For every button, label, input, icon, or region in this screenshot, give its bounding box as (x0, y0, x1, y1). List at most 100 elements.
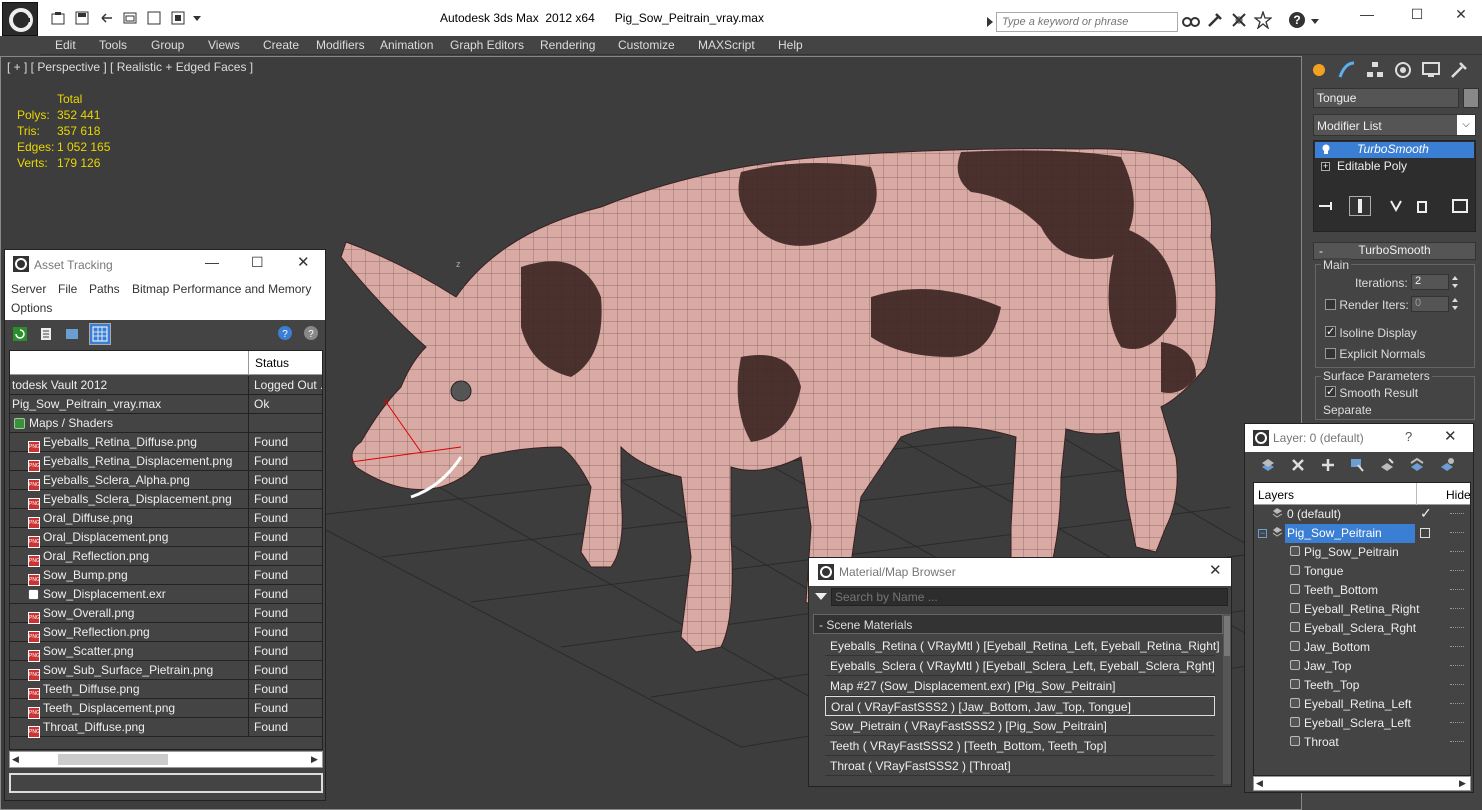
asset-row[interactable]: PNG Eyeballs_Sclera_Displacement.png Found (10, 490, 322, 510)
menu-animation[interactable]: Animation (380, 38, 433, 52)
hold-icon[interactable] (146, 10, 164, 26)
remove-modifier-icon[interactable] (1413, 198, 1431, 214)
asset-menu-bitmap[interactable]: Bitmap Performance and Memory (132, 282, 311, 296)
menu-maxscript[interactable]: MAXScript (698, 38, 755, 52)
menu-rendering[interactable]: Rendering (540, 38, 595, 52)
close-button[interactable]: ✕ (1438, 6, 1482, 28)
expand-arrow-icon[interactable] (986, 15, 994, 29)
asset-menu-options[interactable]: Options (11, 301, 52, 315)
smooth-result-checkbox[interactable] (1325, 386, 1336, 397)
object-name-field[interactable]: Tongue (1313, 88, 1459, 108)
active-layer-check-icon[interactable]: ✓ (1420, 505, 1432, 522)
make-unique-icon[interactable] (1387, 198, 1405, 214)
show-end-result-icon[interactable] (1349, 196, 1371, 216)
select-objects-icon[interactable] (1349, 457, 1365, 473)
asset-row[interactable]: PNG Oral_Diffuse.png Found (10, 509, 322, 529)
hide-toggle[interactable] (1450, 722, 1464, 724)
favorites-star-icon[interactable] (1253, 9, 1274, 31)
asset-row[interactable]: PNG Sow_Bump.png Found (10, 566, 322, 586)
display-tab-icon[interactable] (1421, 60, 1445, 82)
add-to-layer-icon[interactable] (1320, 457, 1336, 473)
render-iters-spinner[interactable]: 0 (1411, 296, 1449, 312)
spinner-arrows-icon[interactable] (1451, 296, 1459, 312)
set-current-layer-box[interactable] (1420, 528, 1430, 538)
binoculars-icon[interactable] (1182, 11, 1202, 31)
hide-toggle[interactable] (1450, 532, 1464, 534)
list-view-icon[interactable] (39, 327, 53, 341)
asset-row[interactable]: PNG Teeth_Displacement.png Found (10, 699, 322, 719)
layer-horizontal-scrollbar[interactable]: ◀ ▶ (1253, 776, 1471, 791)
isoline-display-checkbox[interactable] (1325, 326, 1336, 337)
hide-toggle[interactable] (1450, 551, 1464, 553)
layer-object-row[interactable]: Pig_Sow_Peitrain (1254, 543, 1470, 562)
material-item[interactable]: Oral ( VRayFastSSS2 ) [Jaw_Bottom, Jaw_T… (825, 696, 1215, 716)
hide-toggle[interactable] (1450, 570, 1464, 572)
close-button[interactable]: ✕ (1444, 427, 1457, 445)
scroll-left-icon[interactable]: ◀ (12, 754, 19, 765)
material-item[interactable]: Eyeballs_Sclera ( VRayMtl ) [Eyeball_Scl… (825, 656, 1215, 676)
create-tab-icon[interactable] (1309, 60, 1333, 82)
delete-layer-icon[interactable] (1290, 457, 1306, 473)
status-column-header[interactable]: Status (248, 351, 322, 375)
menu-customize[interactable]: Customize (618, 38, 675, 52)
material-item[interactable]: Throat ( VRayFastSSS2 ) [Throat] (825, 756, 1215, 776)
asset-row[interactable]: Sow_Displacement.exr Found (10, 585, 322, 604)
menu-help[interactable]: Help (778, 38, 803, 52)
modifier-list-dropdown[interactable]: Modifier List ⌵ (1313, 114, 1476, 136)
create-layer-icon[interactable] (1260, 457, 1276, 473)
asset-row[interactable]: todesk Vault 2012 Logged Out .. (10, 376, 322, 395)
layer-object-row[interactable]: Eyeball_Retina_Right (1254, 600, 1470, 619)
hide-toggle[interactable] (1450, 684, 1464, 686)
context-help-icon[interactable]: ? (303, 325, 319, 341)
close-button[interactable]: ✕ (1209, 561, 1222, 579)
scroll-right-icon[interactable]: ▶ (311, 754, 318, 765)
layer-object-row[interactable]: Teeth_Top (1254, 676, 1470, 695)
layer-object-row[interactable]: Jaw_Bottom (1254, 638, 1470, 657)
render-iters-checkbox[interactable] (1325, 299, 1336, 310)
material-item[interactable]: Eyeballs_Retina ( VRayMtl ) [Eyeball_Ret… (825, 636, 1220, 656)
layer-object-row[interactable]: Eyeball_Retina_Left (1254, 695, 1470, 714)
spinner-arrows-icon[interactable] (1451, 274, 1459, 290)
iterations-spinner[interactable]: 2 (1411, 274, 1449, 290)
quick-access-dropdown-icon[interactable] (192, 10, 204, 26)
thumbnail-view-icon[interactable] (65, 327, 79, 341)
expand-plus-icon[interactable]: + (1321, 162, 1330, 171)
asset-row[interactable]: PNG Sow_Reflection.png Found (10, 623, 322, 643)
search-input[interactable] (997, 13, 1177, 31)
hide-unhide-all-icon[interactable] (1409, 457, 1425, 473)
new-file-icon[interactable] (50, 10, 68, 26)
help-button[interactable]: ? (1405, 429, 1412, 444)
save-icon[interactable] (74, 10, 92, 26)
scene-materials-group[interactable]: - Scene Materials (813, 614, 1223, 634)
menu-tools[interactable]: Tools (99, 38, 127, 52)
hide-toggle[interactable] (1450, 589, 1464, 591)
hide-toggle[interactable] (1450, 513, 1464, 515)
asset-row[interactable]: PNG Eyeballs_Retina_Displacement.png Found (10, 452, 322, 472)
highlight-layer-icon[interactable] (1379, 457, 1395, 473)
fetch-icon[interactable] (170, 10, 188, 26)
hide-toggle[interactable] (1450, 741, 1464, 743)
layer-row-pig-sow-peitrain[interactable]: − Pig_Sow_Peitrain (1254, 524, 1470, 543)
layer-row-default[interactable]: 0 (default) ✓ (1254, 505, 1470, 524)
vertical-scrollbar[interactable] (1223, 614, 1231, 784)
material-item[interactable]: Teeth ( VRayFastSSS2 ) [Teeth_Bottom, Te… (825, 736, 1215, 756)
maximize-button[interactable]: ☐ (251, 254, 264, 271)
hide-toggle[interactable] (1450, 703, 1464, 705)
scroll-right-icon[interactable]: ▶ (1459, 778, 1466, 789)
pin-stack-icon[interactable] (1317, 198, 1335, 214)
layer-object-row[interactable]: Eyeball_Sclera_Left (1254, 714, 1470, 733)
menu-edit[interactable]: Edit (55, 38, 76, 52)
menu-graph-editors[interactable]: Graph Editors (450, 38, 524, 52)
object-color-swatch[interactable] (1463, 88, 1479, 108)
undo-icon[interactable] (98, 10, 116, 26)
hide-toggle[interactable] (1450, 627, 1464, 629)
collapse-minus-icon[interactable]: − (1258, 529, 1267, 538)
scrollbar-thumb[interactable] (1224, 616, 1230, 656)
material-search-input[interactable] (832, 589, 1227, 605)
maximize-button[interactable]: ☐ (1394, 6, 1440, 28)
layer-object-row[interactable]: Eyeball_Sclera_Rght (1254, 619, 1470, 638)
scrollbar-thumb[interactable] (58, 754, 168, 765)
layer-object-row[interactable]: Throat (1254, 733, 1470, 752)
asset-row[interactable]: PNG Oral_Displacement.png Found (10, 528, 322, 548)
material-item[interactable]: Map #27 (Sow_Displacement.exr) [Pig_Sow_… (825, 676, 1215, 696)
